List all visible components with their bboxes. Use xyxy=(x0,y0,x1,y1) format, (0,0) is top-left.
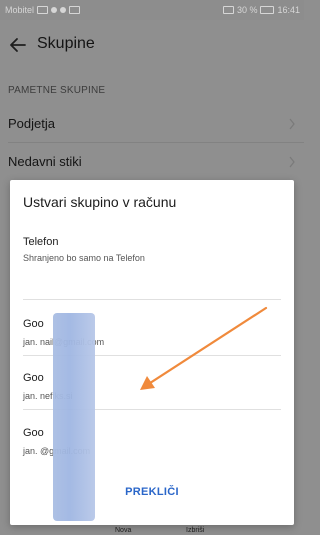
notification-icon xyxy=(51,7,58,13)
divider xyxy=(8,142,304,143)
sim-icon xyxy=(37,6,49,14)
chevron-right-icon xyxy=(289,156,295,168)
bottom-nav-delete[interactable]: Izbriši xyxy=(186,527,204,534)
image-icon xyxy=(69,6,81,14)
list-item-label: Nedavni stiki xyxy=(8,154,82,169)
battery-icon xyxy=(260,6,275,14)
status-bar: Mobitel 30 % 16:41 xyxy=(0,0,304,20)
account-name: Goo xyxy=(23,427,44,439)
section-header: PAMETNE SKUPINE xyxy=(8,85,106,96)
bottom-nav-new[interactable]: Nova xyxy=(115,527,131,534)
dialog-title: Ustvari skupino v računu xyxy=(23,194,177,210)
carrier-label: Mobitel xyxy=(5,5,35,15)
chevron-right-icon xyxy=(289,118,295,130)
app-bar: Skupine xyxy=(0,20,304,70)
list-item-recent-contacts[interactable]: Nedavni stiki xyxy=(0,145,304,179)
redaction-overlay xyxy=(53,313,95,521)
status-bar-right: 30 % 16:41 xyxy=(222,5,300,15)
battery-percent: 30 % xyxy=(236,5,258,15)
account-name: Goo xyxy=(23,318,44,330)
status-bar-left: Mobitel xyxy=(5,5,81,15)
notification-icon xyxy=(60,7,67,13)
account-subtitle: Shranjeno bo samo na Telefon xyxy=(23,253,145,263)
account-name: Telefon xyxy=(23,236,59,248)
divider xyxy=(23,299,281,300)
back-arrow-icon[interactable] xyxy=(8,33,28,57)
page-title: Skupine xyxy=(37,35,95,52)
clock: 16:41 xyxy=(277,5,300,15)
account-name: Goo xyxy=(23,372,44,384)
nfc-icon xyxy=(222,6,234,14)
account-option-phone[interactable]: Telefon Shranjeno bo samo na Telefon xyxy=(10,236,294,282)
list-item-companies[interactable]: Podjetja xyxy=(0,107,304,141)
list-item-label: Podjetja xyxy=(8,116,55,131)
